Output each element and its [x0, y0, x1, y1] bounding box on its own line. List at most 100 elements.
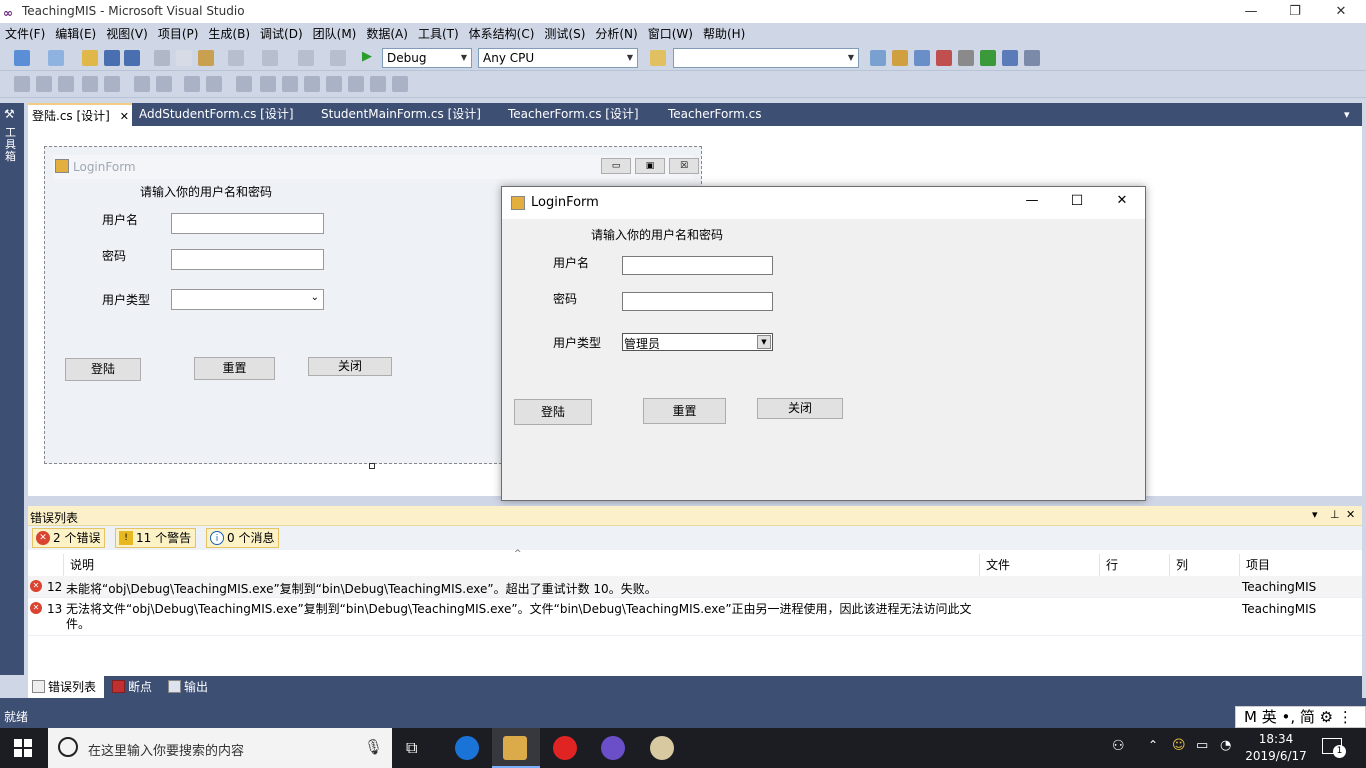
save-all-icon[interactable] — [124, 50, 140, 66]
running-form-titlebar[interactable]: LoginForm — ☐ ✕ — [502, 187, 1145, 219]
netease-music-icon[interactable] — [553, 736, 577, 760]
design-usertype-select[interactable]: ⌄ — [171, 289, 324, 310]
save-icon[interactable] — [104, 50, 120, 66]
notification-center-icon[interactable]: 1 — [1322, 738, 1346, 758]
login-button[interactable]: 登陆 — [514, 399, 592, 425]
redo-icon[interactable] — [262, 50, 278, 66]
menu-window[interactable]: 窗口(W) — [643, 23, 698, 45]
tab-addstudentform-design[interactable]: AddStudentForm.cs [设计] — [135, 103, 298, 126]
running-maximize-button[interactable]: ☐ — [1057, 193, 1097, 209]
chevron-down-icon[interactable]: ▼ — [757, 335, 771, 349]
visual-studio-infinity-icon[interactable] — [601, 736, 625, 760]
menu-team[interactable]: 团队(M) — [308, 23, 362, 45]
menu-project[interactable]: 项目(P) — [153, 23, 204, 45]
make-same-height-icon[interactable] — [156, 76, 172, 92]
properties-icon[interactable] — [892, 50, 908, 66]
solution-explorer-icon[interactable] — [870, 50, 886, 66]
tools-icon[interactable] — [958, 50, 974, 66]
menu-build[interactable]: 生成(B) — [203, 23, 255, 45]
design-password-input[interactable] — [171, 249, 324, 270]
navigate-forward-icon[interactable] — [330, 50, 346, 66]
vertical-spacing-icon[interactable] — [206, 76, 222, 92]
username-input[interactable] — [622, 256, 773, 275]
resize-handle[interactable] — [369, 463, 375, 469]
messages-filter-button[interactable]: i 0 个消息 — [206, 528, 280, 548]
people-icon[interactable]: ⚇ — [1112, 738, 1125, 754]
tab-teacherform-code[interactable]: TeacherForm.cs — [664, 103, 765, 126]
restore-button[interactable]: ❐ — [1272, 0, 1318, 23]
command-window-icon[interactable] — [1024, 50, 1040, 66]
object-browser-icon[interactable] — [914, 50, 930, 66]
running-login-window[interactable]: LoginForm — ☐ ✕ 请输入你的用户名和密码 用户名 密码 用户类型 … — [501, 186, 1146, 501]
windows-start-icon[interactable] — [14, 739, 32, 757]
start-debugging-icon[interactable]: ▶ — [362, 49, 372, 64]
menu-edit[interactable]: 编辑(E) — [50, 23, 101, 45]
solution-platform-select[interactable]: Any CPU ▼ — [478, 48, 638, 68]
tab-login-design[interactable]: 登陆.cs [设计] ✕ — [28, 103, 132, 126]
align-rights-icon[interactable] — [82, 76, 98, 92]
tab-output[interactable]: 输出 — [164, 676, 220, 698]
wifi-icon[interactable]: ◔ — [1220, 738, 1231, 753]
solution-config-select[interactable]: Debug ▼ — [382, 48, 472, 68]
password-input[interactable] — [622, 292, 773, 311]
close-button[interactable]: ✕ — [1318, 0, 1364, 23]
menu-architecture[interactable]: 体系结构(C) — [464, 23, 540, 45]
task-view-icon[interactable]: ⧉ — [406, 738, 417, 758]
tab-teacherform-design[interactable]: TeacherForm.cs [设计] — [504, 103, 643, 126]
running-minimize-button[interactable]: — — [1012, 193, 1052, 208]
usertype-select[interactable]: 管理员 ▼ — [622, 333, 773, 351]
menu-file[interactable]: 文件(F) — [0, 23, 50, 45]
center-horizontally-icon[interactable] — [236, 76, 252, 92]
taskbar-search-box[interactable]: 在这里输入你要搜索的内容 🎙 — [48, 728, 392, 768]
center-vertically-icon[interactable] — [260, 76, 276, 92]
microphone-icon[interactable]: 🎙 — [364, 738, 383, 756]
copy-icon[interactable] — [176, 50, 192, 66]
cut-icon[interactable] — [154, 50, 170, 66]
horizontal-spacing-icon[interactable] — [184, 76, 200, 92]
column-column[interactable]: 列 — [1170, 554, 1240, 576]
battery-icon[interactable]: ▭ — [1196, 738, 1208, 753]
minimize-button[interactable]: — — [1228, 0, 1274, 23]
toolbox-strip[interactable]: ⚒ 工具箱 — [0, 103, 24, 675]
menu-analyze[interactable]: 分析(N) — [590, 23, 642, 45]
start-page-icon[interactable] — [980, 50, 996, 66]
taskbar-clock[interactable]: 18:34 2019/6/17 — [1240, 731, 1312, 765]
tab-breakpoints[interactable]: 断点 — [108, 676, 164, 698]
find-in-files-icon[interactable] — [650, 50, 666, 66]
errors-filter-button[interactable]: ✕ 2 个错误 — [32, 528, 106, 548]
edge-browser-icon[interactable] — [455, 736, 479, 760]
design-login-button[interactable]: 登陆 — [65, 358, 141, 381]
warnings-filter-button[interactable]: ! 11 个警告 — [115, 528, 197, 548]
tab-overflow-chevron-icon[interactable]: ▾ — [1340, 103, 1354, 126]
ime-toolbar[interactable]: M 英 •, 简 ⚙ ⋮ — [1235, 706, 1366, 728]
open-folder-icon[interactable] — [82, 50, 98, 66]
layout-overflow-icon[interactable] — [392, 76, 408, 92]
close-form-button[interactable]: 关闭 — [757, 398, 843, 419]
column-file[interactable]: 文件 — [980, 554, 1100, 576]
align-to-grid-icon[interactable] — [14, 76, 30, 92]
lock-controls-icon[interactable] — [326, 76, 342, 92]
bring-to-front-icon[interactable] — [282, 76, 298, 92]
paste-icon[interactable] — [198, 50, 214, 66]
design-username-input[interactable] — [171, 213, 324, 234]
menu-help[interactable]: 帮助(H) — [698, 23, 750, 45]
pin-icon[interactable]: ⊥ — [1330, 508, 1340, 521]
close-icon[interactable]: ✕ — [1346, 508, 1355, 521]
make-same-width-icon[interactable] — [134, 76, 150, 92]
add-item-icon[interactable] — [48, 50, 64, 66]
column-category[interactable] — [44, 554, 64, 576]
extension-manager-icon[interactable] — [1002, 50, 1018, 66]
tab-studentmainform-design[interactable]: StudentMainForm.cs [设计] — [317, 103, 485, 126]
running-close-window-button[interactable]: ✕ — [1102, 193, 1142, 208]
menu-view[interactable]: 视图(V) — [101, 23, 153, 45]
tray-chevron-up-icon[interactable]: ⌃ — [1148, 738, 1158, 752]
design-close-button[interactable]: 关闭 — [308, 357, 392, 376]
paint-palette-icon[interactable] — [650, 736, 674, 760]
align-tops-icon[interactable] — [104, 76, 120, 92]
tray-app-icon[interactable]: ☺ — [1172, 738, 1186, 753]
align-centers-icon[interactable] — [58, 76, 74, 92]
tab-error-list[interactable]: 错误列表 — [28, 676, 104, 698]
navigate-back-icon[interactable] — [298, 50, 314, 66]
undo-icon[interactable] — [228, 50, 244, 66]
align-lefts-icon[interactable] — [36, 76, 52, 92]
